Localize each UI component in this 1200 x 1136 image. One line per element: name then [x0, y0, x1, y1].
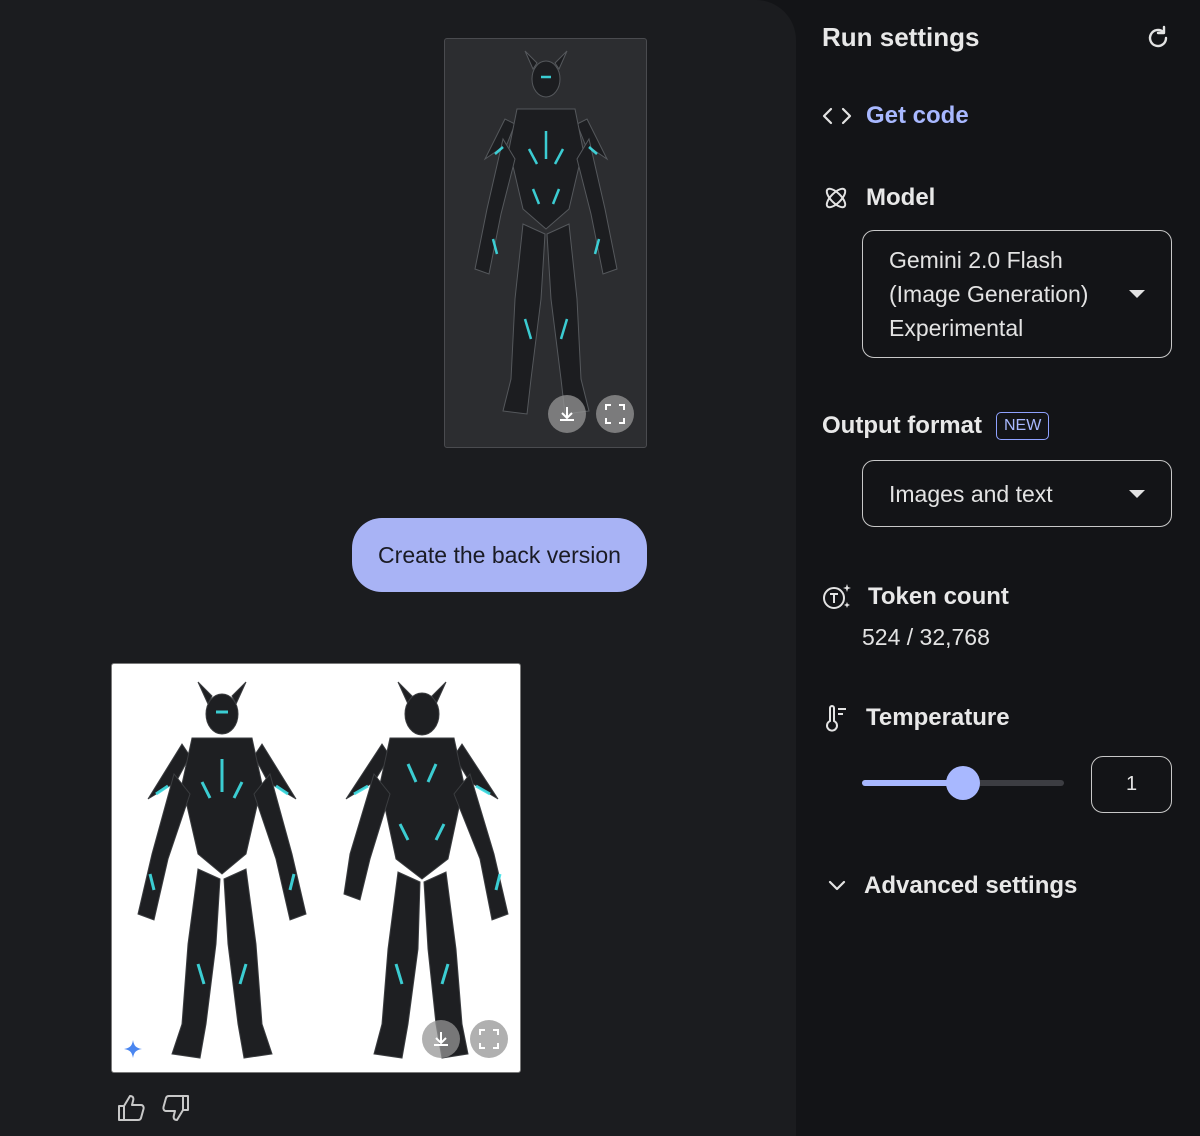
temperature-slider[interactable]: [862, 766, 1064, 800]
dropdown-arrow-icon: [1129, 290, 1145, 298]
model-select[interactable]: Gemini 2.0 Flash (Image Generation) Expe…: [862, 230, 1172, 358]
chat-panel: Create the back version: [0, 0, 796, 1136]
armor-front-back-illustration: [137, 681, 509, 1059]
user-message-text: Create the back version: [378, 541, 621, 568]
advanced-settings-toggle[interactable]: Advanced settings: [828, 872, 1077, 900]
token-count-label: Token count: [868, 583, 1009, 610]
sparkle-icon: [124, 1040, 142, 1058]
model-value: Gemini 2.0 Flash (Image Generation) Expe…: [889, 243, 1088, 345]
temperature-input[interactable]: 1: [1091, 756, 1172, 813]
output-format-select[interactable]: Images and text: [862, 460, 1172, 527]
generated-image-front[interactable]: [444, 38, 647, 448]
token-count-value: 524 / 32,768: [862, 624, 990, 650]
advanced-settings-label: Advanced settings: [864, 872, 1078, 899]
fullscreen-button[interactable]: [470, 1020, 508, 1058]
thumbs-down-icon: [162, 1095, 189, 1121]
refresh-icon: [1148, 25, 1168, 48]
dropdown-arrow-icon: [1129, 489, 1145, 498]
model-value-line: Experimental: [889, 315, 1024, 341]
temperature-value: 1: [1125, 773, 1138, 795]
download-icon: [560, 407, 574, 421]
token-icon: [823, 584, 851, 609]
chevron-down-icon: [828, 880, 846, 891]
thermometer-icon: [826, 705, 846, 732]
model-label: Model: [866, 184, 936, 211]
thumbs-down-button[interactable]: [160, 1092, 192, 1129]
token-count-header: Token count: [822, 582, 1009, 612]
model-atom-icon: [825, 187, 847, 209]
download-button[interactable]: [548, 395, 586, 433]
output-format-label: Output format: [822, 412, 982, 439]
model-section-header: Model: [822, 184, 935, 212]
code-icon: [822, 107, 852, 125]
output-format-header: Output format NEW: [822, 412, 1050, 440]
get-code-label: Get code: [866, 102, 969, 129]
thumbs-up-button[interactable]: [115, 1092, 147, 1129]
get-code-link[interactable]: Get code: [822, 102, 969, 130]
user-message-bubble: Create the back version: [352, 518, 647, 592]
fullscreen-icon: [605, 404, 625, 424]
fullscreen-button[interactable]: [596, 395, 634, 433]
output-format-value: Images and text: [889, 480, 1053, 507]
model-value-line: (Image Generation): [889, 281, 1089, 307]
temperature-slider-thumb[interactable]: [946, 766, 980, 800]
new-badge: NEW: [995, 412, 1050, 440]
thumbs-up-icon: [118, 1095, 145, 1121]
model-value-line: Gemini 2.0 Flash: [889, 247, 1063, 273]
armor-front-illustration: [474, 50, 618, 415]
panel-title: Run settings: [822, 22, 980, 52]
temperature-label: Temperature: [866, 704, 1010, 731]
download-button[interactable]: [422, 1020, 460, 1058]
fullscreen-icon: [479, 1029, 499, 1049]
download-icon: [434, 1032, 448, 1046]
generated-image-front-back[interactable]: [111, 663, 521, 1073]
run-settings-panel: Run settings Get code Model Gemini 2.0 F…: [796, 0, 1200, 1136]
reset-settings-button[interactable]: [1144, 24, 1172, 57]
temperature-header: Temperature: [822, 704, 1010, 732]
